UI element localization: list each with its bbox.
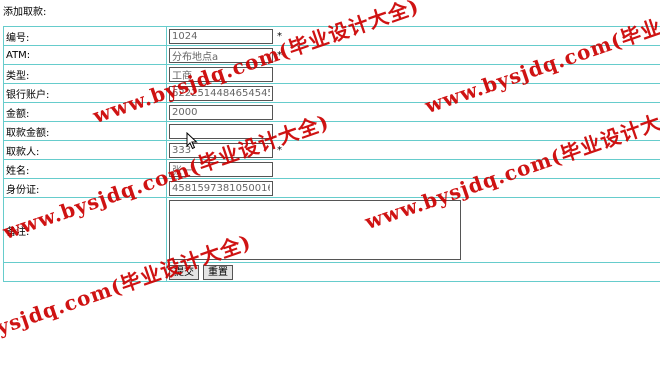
required-mark: * <box>277 50 282 61</box>
atm-label: ATM: <box>4 46 167 65</box>
amount-input[interactable] <box>169 105 273 120</box>
form-row-withdrawer: 取款人: * <box>4 141 660 160</box>
amount-label: 金额: <box>4 103 167 122</box>
id-input[interactable] <box>169 29 273 44</box>
submit-button[interactable]: 提交 <box>169 265 199 280</box>
form-row-remarks: 备注: <box>4 198 660 263</box>
withdraw-amount-input[interactable] <box>169 124 273 139</box>
withdrawal-form: 编号: * ATM: * 类型: 银行账户: 金额: 取款金额: 取款人: <box>3 26 660 282</box>
form-row-id: 编号: * <box>4 27 660 46</box>
type-input[interactable] <box>169 67 273 82</box>
bank-account-input[interactable] <box>169 86 273 101</box>
page-heading: 添加取款: <box>3 3 46 18</box>
required-mark: * <box>277 31 282 42</box>
required-mark: * <box>277 145 282 156</box>
form-row-id-card: 身份证: <box>4 179 660 198</box>
withdrawer-label: 取款人: <box>4 141 167 160</box>
atm-input[interactable] <box>169 48 273 63</box>
form-row-withdraw-amount: 取款金额: <box>4 122 660 141</box>
form-row-amount: 金额: <box>4 103 660 122</box>
form-row-type: 类型: <box>4 65 660 84</box>
bank-account-label: 银行账户: <box>4 84 167 103</box>
withdrawer-input[interactable] <box>169 143 273 158</box>
remarks-label: 备注: <box>4 198 167 263</box>
type-label: 类型: <box>4 65 167 84</box>
form-row-buttons: 提交重置 <box>4 263 660 282</box>
form-row-atm: ATM: * <box>4 46 660 65</box>
form-row-name: 姓名: <box>4 160 660 179</box>
id-card-input[interactable] <box>169 181 273 196</box>
name-input[interactable] <box>169 162 273 177</box>
form-row-bank-account: 银行账户: <box>4 84 660 103</box>
remarks-textarea[interactable] <box>169 200 461 260</box>
reset-button[interactable]: 重置 <box>203 265 233 280</box>
id-card-label: 身份证: <box>4 179 167 198</box>
name-label: 姓名: <box>4 160 167 179</box>
id-label: 编号: <box>4 27 167 46</box>
withdraw-amount-label: 取款金额: <box>4 122 167 141</box>
